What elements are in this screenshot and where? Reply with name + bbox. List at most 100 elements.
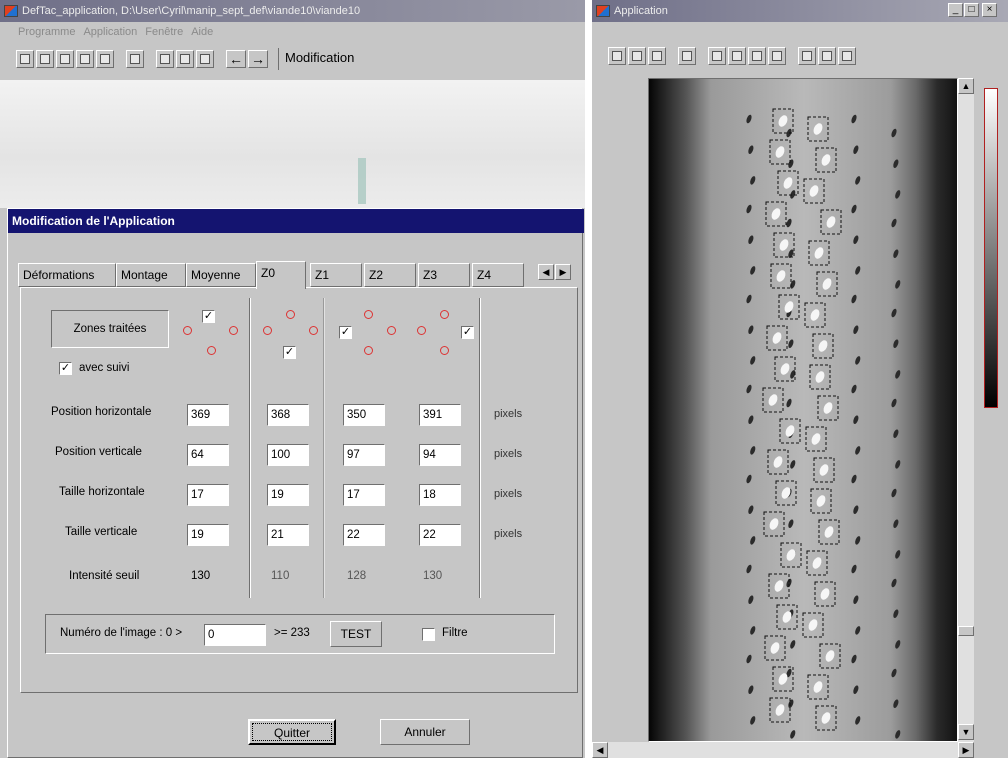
main-title-bar[interactable]: DefTac_application, D:\User\Cyril\manip_… bbox=[0, 0, 585, 22]
tab-z4[interactable]: Z4 bbox=[472, 263, 524, 287]
zone3-circle-top bbox=[440, 310, 449, 319]
tab-montage[interactable]: Montage bbox=[116, 263, 186, 287]
toolbar-print-icon[interactable] bbox=[126, 50, 144, 68]
close-icon[interactable]: × bbox=[982, 3, 997, 17]
cancel-button[interactable]: Annuler bbox=[380, 719, 470, 745]
toolbar-image-icon[interactable] bbox=[176, 50, 194, 68]
size-v-field-1[interactable]: 21 bbox=[267, 524, 309, 546]
tool-palette-icon[interactable] bbox=[818, 47, 836, 65]
tool-grid-icon[interactable] bbox=[768, 47, 786, 65]
toolbar-save-icon[interactable] bbox=[56, 50, 74, 68]
toolbar-config-icon[interactable] bbox=[76, 50, 94, 68]
image-number-field[interactable]: 0 bbox=[204, 624, 266, 646]
app-icon bbox=[4, 5, 18, 17]
intensity-label: Intensité seuil bbox=[69, 570, 140, 582]
curve-marker bbox=[358, 158, 366, 204]
menu-fenetre[interactable]: Fenêtre bbox=[145, 26, 183, 38]
size-v-field-2[interactable]: 22 bbox=[343, 524, 385, 546]
pos-h-field-3[interactable]: 391 bbox=[419, 404, 461, 426]
tool-copy-icon[interactable] bbox=[608, 47, 626, 65]
toolbar-zones-icon[interactable] bbox=[196, 50, 214, 68]
filtre-label: Filtre bbox=[442, 627, 468, 639]
tool-blank-icon[interactable] bbox=[678, 47, 696, 65]
tool-paste-icon[interactable] bbox=[628, 47, 646, 65]
size-h-field-2[interactable]: 17 bbox=[343, 484, 385, 506]
image-title-bar[interactable]: Application _ □ × bbox=[592, 0, 1008, 22]
size-v-field-3[interactable]: 22 bbox=[419, 524, 461, 546]
pos-h-field-2[interactable]: 350 bbox=[343, 404, 385, 426]
right-arrow-icon[interactable]: → bbox=[248, 50, 268, 68]
image-max-label: >= 233 bbox=[274, 627, 310, 639]
image-window: Application _ □ × ▲ ▼ ◀ ▶ bbox=[592, 0, 1008, 758]
row-label: Taille horizontale bbox=[59, 486, 145, 498]
zones-label-box: Zones traitées bbox=[51, 310, 169, 348]
image-number-label: Numéro de l'image : 0 > bbox=[60, 627, 183, 639]
avec-suivi-label: avec suivi bbox=[79, 362, 130, 374]
zone3-checkbox[interactable]: ✓ bbox=[461, 326, 474, 339]
tab-z2[interactable]: Z2 bbox=[364, 263, 416, 287]
minimize-icon[interactable]: _ bbox=[948, 3, 963, 17]
maximize-icon[interactable]: □ bbox=[964, 3, 979, 17]
tab-z3[interactable]: Z3 bbox=[418, 263, 470, 287]
scroll-up-icon[interactable]: ▲ bbox=[958, 78, 974, 94]
curve-canvas bbox=[0, 80, 585, 208]
menu-programme[interactable]: Programme bbox=[18, 26, 75, 38]
scroll-right-icon[interactable]: ▶ bbox=[958, 742, 974, 758]
tool-picture-icon[interactable] bbox=[748, 47, 766, 65]
scroll-down-icon[interactable]: ▼ bbox=[958, 724, 974, 740]
size-h-field-1[interactable]: 19 bbox=[267, 484, 309, 506]
separator bbox=[479, 298, 481, 598]
row-label: Position horizontale bbox=[51, 406, 152, 418]
avec-suivi-checkbox[interactable]: ✓ bbox=[59, 362, 72, 375]
pos-h-field-0[interactable]: 369 bbox=[187, 404, 229, 426]
left-arrow-icon[interactable]: ← bbox=[226, 50, 246, 68]
main-toolbar: ← → Modification bbox=[0, 44, 585, 74]
tab-panel-z0: Zones traitées ✓ avec suivi ✓ ✓ ✓ ✓ Posi… bbox=[20, 287, 578, 693]
scroll-left-icon[interactable]: ◀ bbox=[592, 742, 608, 758]
size-v-field-0[interactable]: 19 bbox=[187, 524, 229, 546]
dialog-title: Modification de l'Application bbox=[8, 209, 584, 233]
image-number-group: Numéro de l'image : 0 > 0 >= 233 TEST Fi… bbox=[45, 614, 555, 654]
tab-z0[interactable]: Z0 bbox=[256, 261, 306, 289]
tab-z1[interactable]: Z1 bbox=[310, 263, 362, 287]
tool-graph-icon[interactable] bbox=[708, 47, 726, 65]
quit-button[interactable]: Quitter bbox=[248, 719, 336, 745]
tab-moyenne[interactable]: Moyenne bbox=[186, 263, 256, 287]
pos-v-field-2[interactable]: 97 bbox=[343, 444, 385, 466]
zone1-checkbox[interactable]: ✓ bbox=[283, 346, 296, 359]
pos-v-field-1[interactable]: 100 bbox=[267, 444, 309, 466]
tool-color-icon[interactable] bbox=[648, 47, 666, 65]
pos-v-field-0[interactable]: 64 bbox=[187, 444, 229, 466]
specimen-image-svg bbox=[649, 79, 957, 741]
size-h-field-0[interactable]: 17 bbox=[187, 484, 229, 506]
size-h-field-3[interactable]: 18 bbox=[419, 484, 461, 506]
tab-scroll-right-icon[interactable]: ▶ bbox=[555, 264, 571, 280]
zone2-checkbox[interactable]: ✓ bbox=[339, 326, 352, 339]
menu-application[interactable]: Application bbox=[83, 26, 137, 38]
zone0-checkbox[interactable]: ✓ bbox=[202, 310, 215, 323]
tab-deformations[interactable]: Déformations bbox=[18, 263, 116, 287]
zone2-circle-right bbox=[387, 326, 396, 335]
pos-v-field-3[interactable]: 94 bbox=[419, 444, 461, 466]
specimen-image[interactable] bbox=[648, 78, 958, 742]
toolbar-new-icon[interactable] bbox=[16, 50, 34, 68]
scroll-thumb[interactable] bbox=[958, 626, 974, 636]
toolbar-open-icon[interactable] bbox=[36, 50, 54, 68]
zone1-circle-top bbox=[286, 310, 295, 319]
pos-h-field-1[interactable]: 368 bbox=[267, 404, 309, 426]
horizontal-scrollbar[interactable]: ◀ ▶ bbox=[592, 742, 974, 758]
tool-3d-icon[interactable] bbox=[728, 47, 746, 65]
palette-panel bbox=[974, 78, 1008, 758]
filtre-checkbox[interactable] bbox=[422, 628, 435, 641]
grayscale-palette bbox=[984, 88, 998, 408]
toolbar-view-icon[interactable] bbox=[96, 50, 114, 68]
menu-aide[interactable]: Aide bbox=[191, 26, 213, 38]
tool-print-icon[interactable] bbox=[798, 47, 816, 65]
toolbar-chart-icon[interactable] bbox=[156, 50, 174, 68]
tab-scroll-left-icon[interactable]: ◀ bbox=[538, 264, 554, 280]
separator bbox=[249, 298, 251, 598]
test-button[interactable]: TEST bbox=[330, 621, 382, 647]
vertical-scrollbar[interactable]: ▲ ▼ bbox=[958, 78, 974, 742]
zone1-circle-left bbox=[263, 326, 272, 335]
tool-list-icon[interactable] bbox=[838, 47, 856, 65]
